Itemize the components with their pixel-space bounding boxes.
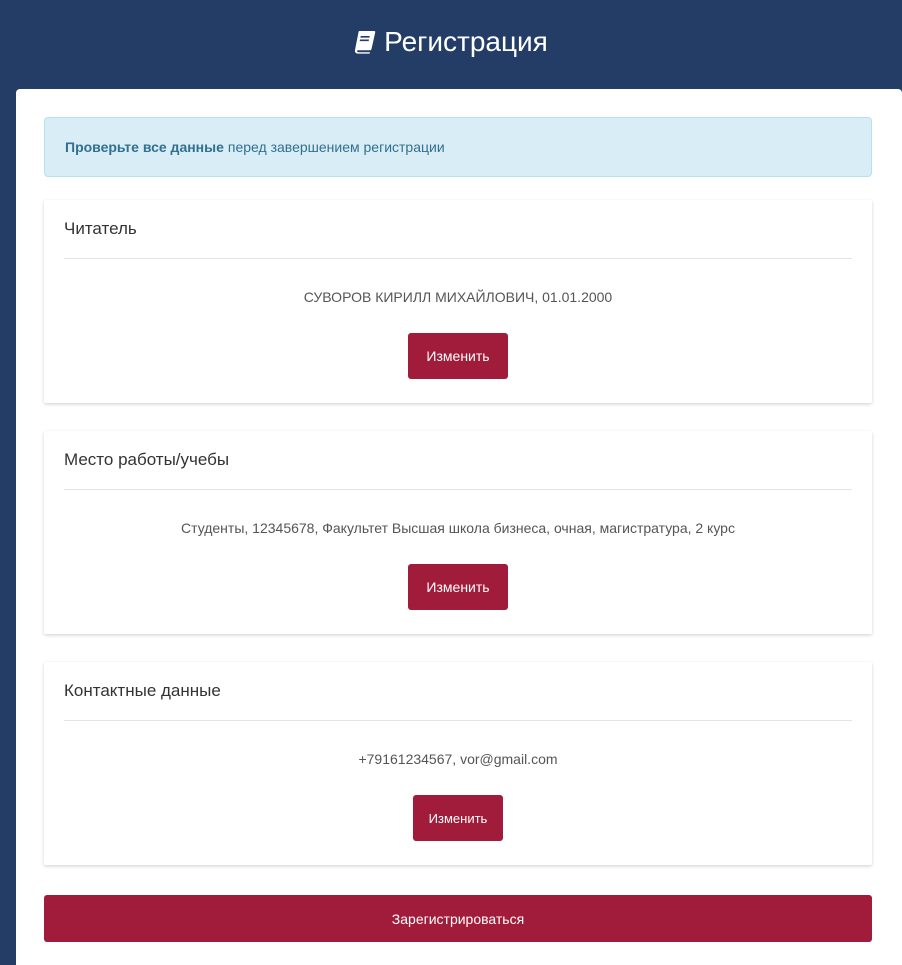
contacts-value: +79161234567, vor@gmail.com (358, 751, 558, 767)
alert-text: перед завершением регистрации (227, 139, 445, 155)
register-button[interactable]: Зарегистрироваться (44, 895, 872, 942)
info-alert: Проверьте все данные перед завершением р… (44, 117, 872, 177)
edit-contacts-button[interactable]: Изменить (412, 795, 504, 841)
edit-workplace-button[interactable]: Изменить (408, 564, 508, 610)
book-icon (355, 31, 376, 54)
registration-page: Регистрация Проверьте все данные перед з… (0, 0, 902, 965)
reader-card: Читатель СУВОРОВ КИРИЛЛ МИХАЙЛОВИЧ, 01.0… (44, 200, 872, 403)
page-header: Регистрация (0, 0, 902, 88)
reader-value: СУВОРОВ КИРИЛЛ МИХАЙЛОВИЧ, 01.01.2000 (303, 289, 613, 305)
contacts-card-title: Контактные данные (64, 662, 852, 721)
edit-reader-button[interactable]: Изменить (408, 333, 508, 379)
workplace-value: Студенты, 12345678, Факультет Высшая шко… (181, 520, 735, 536)
alert-bold-text: Проверьте все данные (65, 139, 224, 155)
page-title: Регистрация (384, 26, 548, 57)
workplace-card: Место работы/учебы Студенты, 12345678, Ф… (44, 431, 872, 634)
workplace-card-title: Место работы/учебы (64, 431, 852, 490)
reader-card-title: Читатель (64, 200, 852, 259)
contacts-card: Контактные данные +79161234567, vor@gmai… (44, 662, 872, 865)
main-content: Проверьте все данные перед завершением р… (16, 89, 902, 965)
